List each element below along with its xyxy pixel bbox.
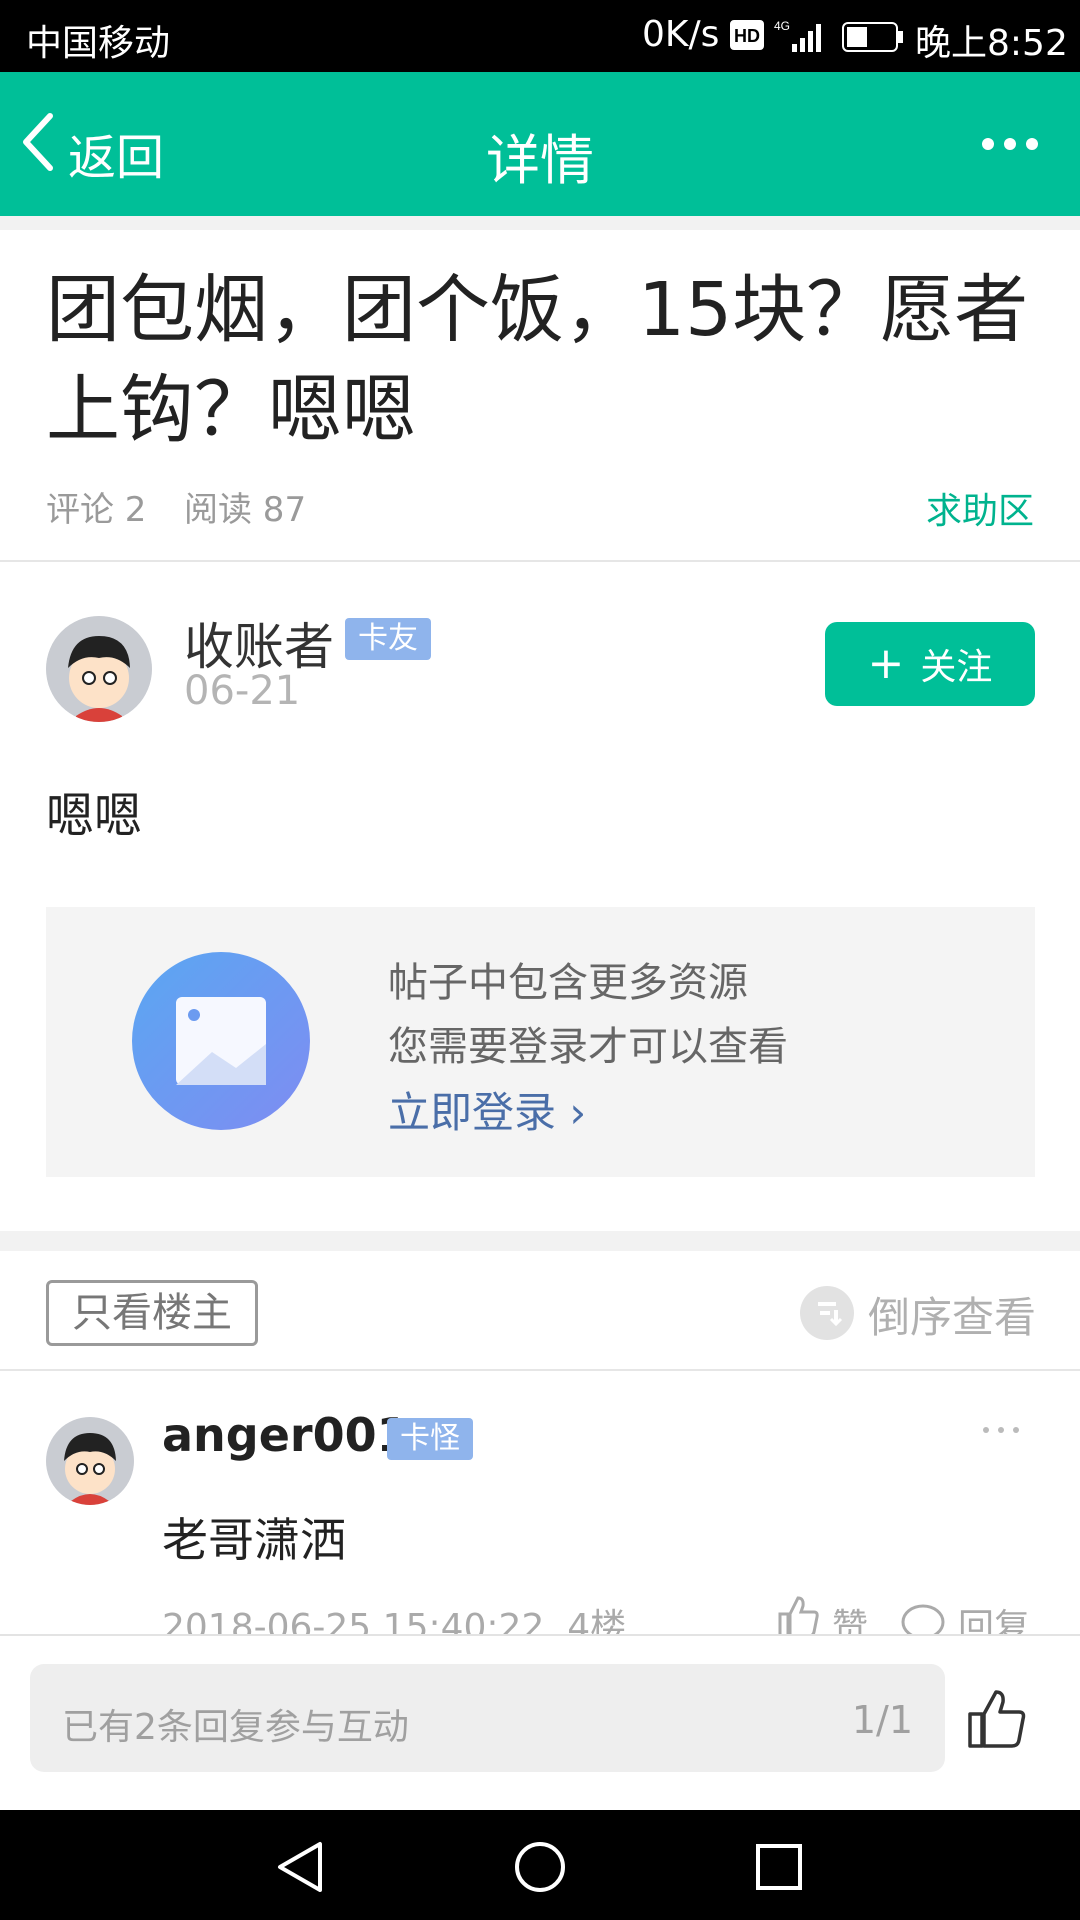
divider	[0, 560, 1080, 562]
divider-band	[0, 1231, 1080, 1251]
post-like-button[interactable]	[966, 1688, 1028, 1750]
login-link[interactable]: 立即登录 ›	[388, 1079, 586, 1140]
thumbs-up-icon	[778, 1596, 819, 1634]
post-body: 嗯嗯	[46, 788, 143, 844]
reverse-order-label: 倒序查看	[868, 1293, 1037, 1342]
avatar-icon	[46, 1417, 134, 1505]
page-indicator: 1/1	[851, 1698, 913, 1742]
carrier-label: 中国移动	[26, 23, 171, 64]
reply-label: 回复	[958, 1607, 1031, 1634]
nav-recents-button[interactable]	[754, 1842, 804, 1896]
battery-icon	[842, 22, 904, 56]
comment-bubble-icon	[901, 1604, 945, 1634]
commenter-badge: 卡怪	[387, 1418, 473, 1460]
status-bar: 中国移动 0K/s HD 4G 晚上8:52	[0, 0, 1080, 72]
follow-button[interactable]: + 关注	[825, 622, 1035, 706]
resource-notice-line1: 帖子中包含更多资源	[388, 960, 748, 1006]
more-icon	[982, 138, 1038, 150]
hd-icon: HD	[730, 20, 764, 54]
follow-label: 关注	[920, 647, 993, 688]
thumbs-up-icon	[968, 1690, 1026, 1748]
like-label: 赞	[832, 1607, 869, 1634]
nav-back-button[interactable]	[274, 1840, 326, 1898]
only-owner-button[interactable]: 只看楼主	[46, 1280, 258, 1346]
triangle-back-icon	[278, 1842, 322, 1892]
network-speed: 0K/s	[642, 14, 720, 55]
comment-item: anger001 卡怪 老哥潇洒 2018-06-25 15:40:22 4楼 …	[0, 1370, 1080, 1634]
nav-home-button[interactable]	[513, 1840, 567, 1898]
page-title: 详情	[486, 129, 594, 192]
more-button[interactable]	[976, 122, 1056, 166]
more-icon	[983, 1427, 1019, 1433]
comment-more-button[interactable]	[980, 1422, 1022, 1442]
circle-home-icon	[515, 1842, 565, 1892]
square-recents-icon	[756, 1844, 802, 1890]
author-avatar[interactable]	[46, 616, 152, 722]
signal-icon: 4G	[774, 18, 824, 58]
comment-timestamp: 2018-06-25 15:40:22 4楼	[162, 1607, 627, 1634]
reply-placeholder: 已有2条回复参与互动	[62, 1707, 409, 1748]
reply-button[interactable]: 回复	[900, 1594, 1040, 1634]
commenter-avatar[interactable]	[46, 1417, 134, 1505]
nav-bar: 返回 详情	[0, 72, 1080, 216]
author-badge: 卡友	[345, 618, 431, 660]
read-count: 阅读 87	[184, 490, 307, 530]
system-nav-bar	[0, 1810, 1080, 1920]
svg-text:4G: 4G	[774, 19, 790, 33]
commenter-name[interactable]: anger001	[162, 1408, 409, 1462]
sort-icon	[800, 1286, 854, 1344]
post-title: 团包烟，团个饭，15块？愿者上钩？嗯嗯	[46, 267, 1029, 453]
post-date: 06-21	[184, 668, 301, 714]
clock: 晚上8:52	[915, 23, 1068, 64]
resource-notice-line2: 您需要登录才可以查看	[388, 1024, 788, 1070]
like-button[interactable]: 赞	[776, 1594, 876, 1634]
image-icon	[132, 952, 310, 1130]
comment-text: 老哥潇洒	[162, 1513, 346, 1567]
divider-band	[0, 216, 1080, 230]
avatar-icon	[46, 616, 152, 722]
reply-input[interactable]: 已有2条回复参与互动 1/1	[30, 1664, 945, 1772]
plus-icon: +	[867, 638, 905, 689]
svg-text:HD: HD	[734, 26, 760, 46]
section-link[interactable]: 求助区	[926, 482, 1034, 534]
comment-count: 评论 2	[46, 490, 147, 530]
